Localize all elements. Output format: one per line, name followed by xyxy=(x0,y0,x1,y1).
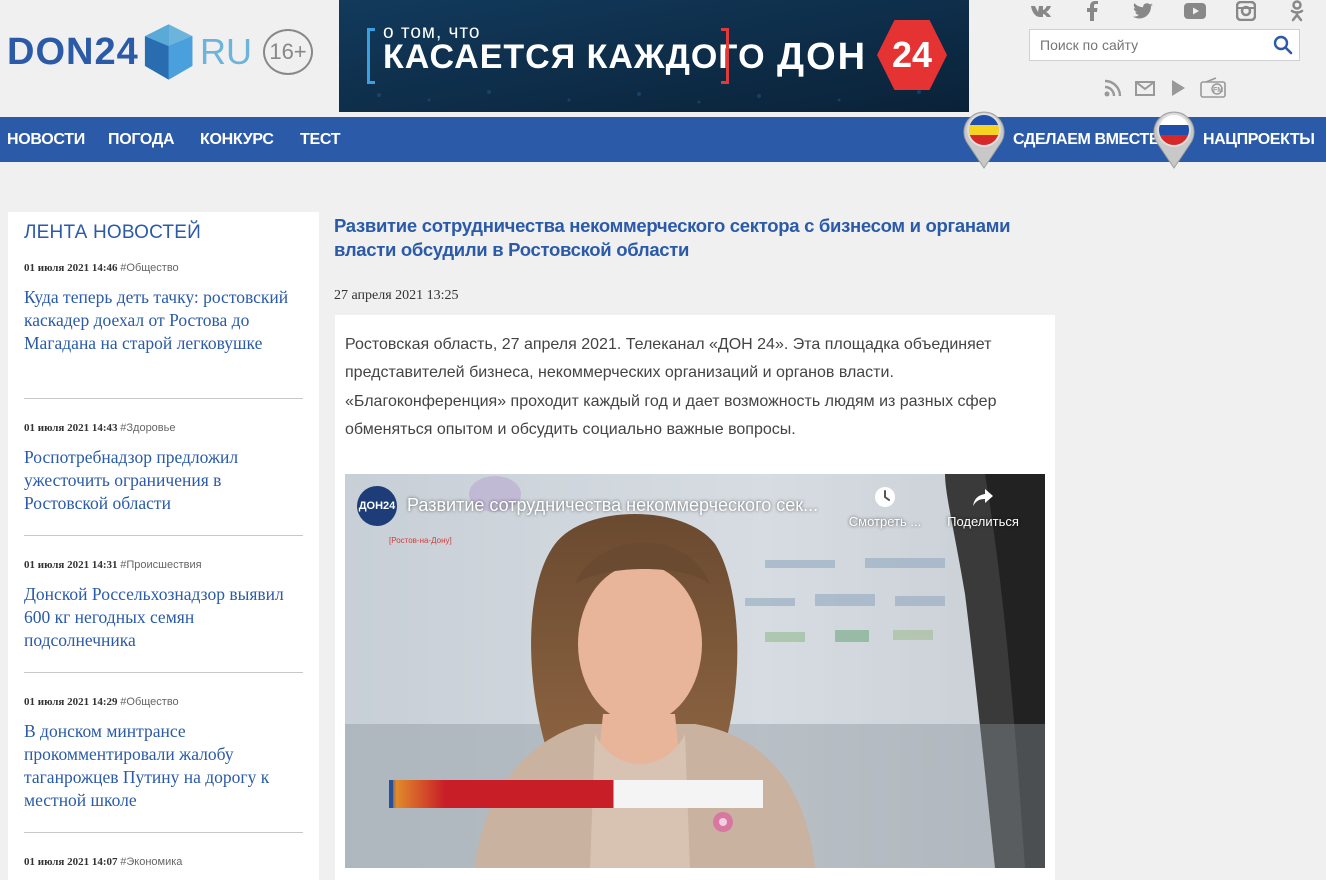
rss-icon[interactable] xyxy=(1102,77,1124,99)
article-date: 27 апреля 2021 13:25 xyxy=(334,288,459,303)
news-tag[interactable]: #Общество xyxy=(120,262,178,274)
svg-text:FM: FM xyxy=(1213,87,1223,94)
news-date: 01 июля 2021 14:29 xyxy=(24,696,118,708)
news-title-link[interactable]: Куда теперь деть тачку: ростовский каска… xyxy=(24,286,303,355)
share-arrow-icon xyxy=(973,489,993,506)
banner-bracket-left xyxy=(367,28,375,84)
vk-icon[interactable] xyxy=(1030,0,1052,22)
watch-later-label: Смотреть ... xyxy=(848,514,922,529)
radio-fm-icon[interactable]: FM xyxy=(1199,77,1227,99)
nav-item-news[interactable]: НОВОСТИ xyxy=(7,117,85,162)
article-title: Развитие сотрудничества некоммерческого … xyxy=(334,215,1011,260)
news-item: 01 июля 2021 14:31 #Происшествия Донской… xyxy=(24,559,303,652)
nav-item-contest[interactable]: КОНКУРС xyxy=(200,117,274,162)
news-meta: 01 июля 2021 14:46 #Общество xyxy=(24,262,303,274)
banner-brand-text: ДОН xyxy=(777,36,868,78)
news-title-link[interactable]: Донской Россельхознадзор выявил 600 кг н… xyxy=(24,583,303,652)
logo-main-text: DON24 xyxy=(7,30,139,73)
secondary-links: FM xyxy=(1102,75,1227,101)
news-tag[interactable]: #Здоровье xyxy=(120,422,175,434)
news-item: 01 июля 2021 14:46 #Общество Куда теперь… xyxy=(24,262,303,355)
nav-item-together[interactable]: СДЕЛАЕМ ВМЕСТЕ xyxy=(1013,117,1160,162)
youtube-icon[interactable] xyxy=(1183,0,1206,22)
twitter-icon[interactable] xyxy=(1132,0,1154,22)
news-date: 01 июля 2021 14:46 xyxy=(24,262,118,274)
news-title-link[interactable]: Роспотребнадзор предложил ужесточить огр… xyxy=(24,446,303,515)
banner-bracket-right xyxy=(721,28,729,84)
search-input[interactable] xyxy=(1030,30,1260,60)
video-frame-image xyxy=(345,474,1045,868)
site-header: DON24 RU 16+ о том, что КАСАЕТСЯ КАЖДОГО… xyxy=(0,0,1326,117)
russia-flag-pin-icon[interactable] xyxy=(1150,108,1198,170)
video-player[interactable]: ДОН24 [Ростов-на-Дону] Развитие сотрудни… xyxy=(345,474,1045,868)
news-date: 01 июля 2021 14:31 xyxy=(24,559,118,571)
logo-suffix-text: RU xyxy=(200,31,252,72)
news-tag[interactable]: #Общество xyxy=(120,696,178,708)
news-date: 01 июля 2021 14:43 xyxy=(24,422,118,434)
news-title-link[interactable]: В донском минтрансе прокомментировали жа… xyxy=(24,720,303,812)
social-links xyxy=(1024,0,1314,22)
banner-headline: КАСАЕТСЯ КАЖДОГО xyxy=(383,38,766,76)
clock-icon xyxy=(875,487,895,507)
instagram-icon[interactable] xyxy=(1235,0,1257,22)
news-tag[interactable]: #Экономика xyxy=(120,856,182,868)
news-tag[interactable]: #Происшествия xyxy=(120,559,201,571)
news-divider xyxy=(24,832,303,833)
ad-banner[interactable]: о том, что КАСАЕТСЯ КАЖДОГО ДОН 24 xyxy=(339,0,969,112)
news-item: 01 июля 2021 14:29 #Общество В донском м… xyxy=(24,696,303,812)
share-label: Поделиться xyxy=(947,514,1019,529)
main-nav: НОВОСТИ ПОГОДА КОНКУРС ТЕСТ СДЕЛАЕМ ВМЕС… xyxy=(0,117,1326,162)
nav-item-weather[interactable]: ПОГОДА xyxy=(108,117,175,162)
news-item: 01 июля 2021 14:43 #Здоровье Роспотребна… xyxy=(24,422,303,515)
facebook-icon[interactable] xyxy=(1081,0,1103,22)
news-meta: 01 июля 2021 14:29 #Общество xyxy=(24,696,303,708)
search-box xyxy=(1029,29,1300,61)
mail-icon[interactable] xyxy=(1134,77,1156,99)
share-button[interactable]: Поделиться xyxy=(941,486,1025,529)
play-icon[interactable] xyxy=(1167,77,1189,99)
nav-item-test[interactable]: ТЕСТ xyxy=(300,117,340,162)
news-meta: 01 июля 2021 14:07 #Экономика xyxy=(24,856,303,868)
news-feed-title: ЛЕНТА НОВОСТЕЙ xyxy=(24,222,201,243)
search-icon[interactable] xyxy=(1273,35,1293,55)
news-item: 01 июля 2021 14:07 #Экономика xyxy=(24,856,303,868)
news-divider xyxy=(24,535,303,536)
site-logo[interactable]: DON24 RU xyxy=(7,20,252,84)
news-feed-sidebar: ЛЕНТА НОВОСТЕЙ 01 июля 2021 14:46 #Общес… xyxy=(8,212,319,880)
news-date: 01 июля 2021 14:07 xyxy=(24,856,118,868)
video-title[interactable]: Развитие сотрудничества некоммерческого … xyxy=(407,495,818,516)
news-divider xyxy=(24,398,303,399)
nav-item-national-projects[interactable]: НАЦПРОЕКТЫ xyxy=(1203,117,1315,162)
news-meta: 01 июля 2021 14:43 #Здоровье xyxy=(24,422,303,434)
video-location-caption: [Ростов-на-Дону] xyxy=(389,536,452,545)
news-meta: 01 июля 2021 14:31 #Происшествия xyxy=(24,559,303,571)
logo-gem-icon xyxy=(144,24,193,80)
odnoklassniki-icon[interactable] xyxy=(1286,0,1308,22)
watch-later-button[interactable]: Смотреть ... xyxy=(843,486,927,529)
channel-logo[interactable]: ДОН24 xyxy=(357,486,397,526)
rostov-flag-pin-icon[interactable] xyxy=(960,108,1008,170)
age-rating-badge: 16+ xyxy=(263,29,313,75)
news-divider xyxy=(24,672,303,673)
article-lead: Ростовская область, 27 апреля 2021. Теле… xyxy=(345,336,997,438)
